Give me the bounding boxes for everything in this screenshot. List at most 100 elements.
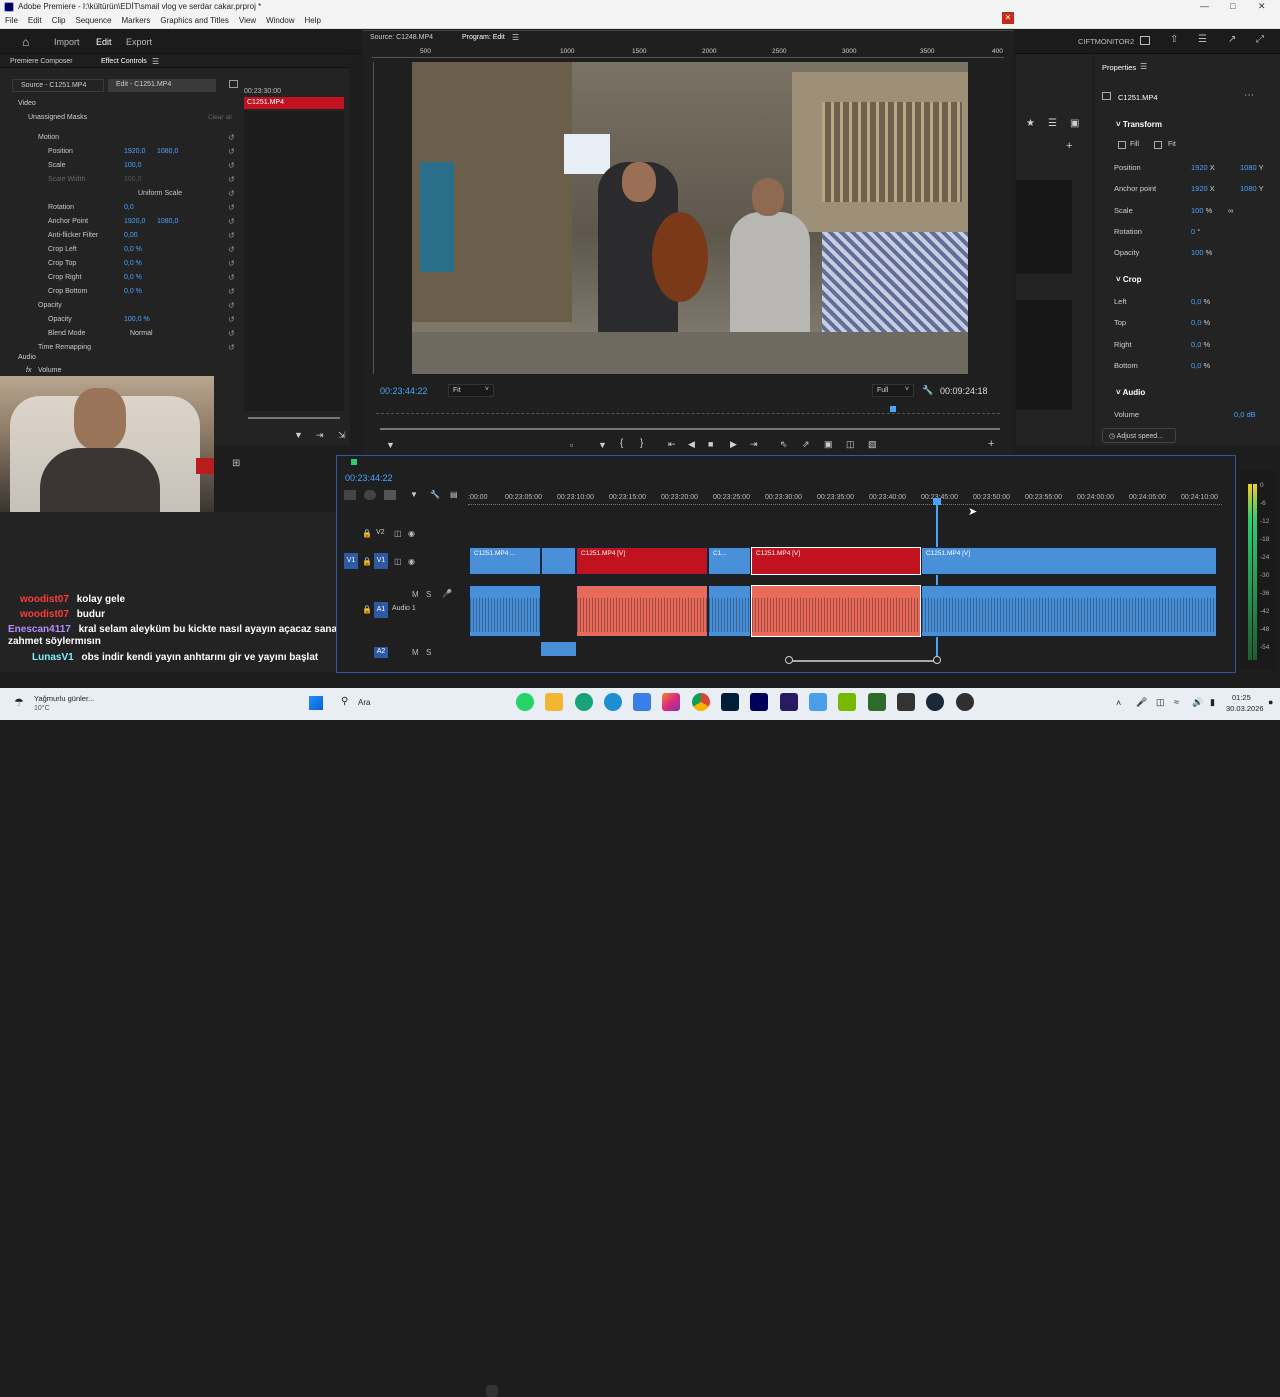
audio-clip[interactable] (469, 585, 541, 637)
search-label[interactable]: Ara (358, 698, 370, 707)
camera-icon[interactable]: ▣ (824, 439, 833, 450)
reset-icon[interactable]: ↺ (228, 245, 235, 254)
a2-track-label[interactable]: A2 (374, 647, 388, 658)
marker-icon[interactable]: ▼ (386, 440, 395, 450)
reset-icon[interactable]: ↺ (228, 287, 235, 296)
video-clip[interactable]: C1251.MP4 [V] (921, 547, 1217, 575)
playhead-handle[interactable] (933, 498, 941, 505)
tab-export[interactable]: Export (126, 37, 152, 47)
mic-tray-icon[interactable]: 🎤 (1136, 697, 1147, 708)
menu-markers[interactable]: Markers (117, 14, 156, 27)
anchor-x[interactable]: 1920 X (1191, 184, 1215, 193)
crop-left-value[interactable]: 0,0 % (1191, 297, 1210, 306)
reset-icon[interactable]: ↺ (228, 343, 235, 352)
share-icon[interactable]: ⇧ (1170, 34, 1178, 45)
crop-bottom-value[interactable]: 0,0 % (1191, 361, 1210, 370)
ec-row-value[interactable]: 100,0 (124, 176, 142, 183)
sync-lock-icon[interactable]: ◫ (394, 529, 402, 538)
v2-track-label[interactable]: V2 (376, 529, 385, 536)
ec-row-value[interactable]: Normal (130, 330, 153, 337)
fullscreen-icon[interactable]: ⤢ (1256, 34, 1264, 45)
clock-date[interactable]: 30.03.2026 (1226, 704, 1264, 713)
list-view-icon[interactable]: ☰ (1048, 118, 1057, 129)
fit-dropdown[interactable]: Fit ˅ (448, 384, 494, 397)
mute-icon[interactable]: M (412, 648, 419, 657)
timeline-timecode[interactable]: 00:23:44:22 (345, 473, 393, 483)
eye-icon[interactable]: ◉ (408, 557, 415, 566)
video-clip-selected[interactable]: C1251.MP4 [V] (751, 547, 921, 575)
scale-value[interactable]: 100 % (1191, 206, 1212, 215)
more-icon[interactable]: ⋯ (1244, 90, 1254, 101)
app-icon-green[interactable] (868, 693, 886, 711)
effect-controls-menu-icon[interactable]: ☰ (152, 57, 159, 66)
solo-icon[interactable]: S (426, 648, 431, 657)
edge-icon[interactable] (604, 693, 622, 711)
home-icon[interactable]: ⌂ (22, 35, 29, 49)
new-bin-icon[interactable]: ▣ (1070, 118, 1079, 129)
display-tray-icon[interactable]: ◫ (1156, 697, 1165, 708)
menu-edit[interactable]: Edit (23, 14, 47, 27)
ec-row-value[interactable]: 0,0 % (124, 288, 142, 295)
photoshop-icon[interactable] (721, 693, 739, 711)
mark-in-button[interactable]: { (620, 438, 623, 449)
add-marker-icon[interactable]: ▫ (570, 440, 573, 450)
wifi-icon[interactable]: ≈ (1174, 697, 1179, 707)
add-button-icon[interactable]: + (988, 438, 994, 450)
audio-clip-a2[interactable] (541, 642, 576, 656)
monitor-zoom-bar[interactable] (380, 428, 1000, 430)
reset-icon[interactable]: ↺ (228, 231, 235, 240)
battery-icon[interactable]: ▮ (1210, 697, 1215, 708)
audio-clip[interactable] (576, 585, 708, 637)
volume-value[interactable]: 0,0 dB (1234, 410, 1256, 419)
tab-effect-controls[interactable]: Effect Controls (101, 58, 147, 65)
ec-row-value[interactable]: 1920,0 (124, 218, 145, 225)
ec-row-value[interactable]: 0,0 % (124, 260, 142, 267)
adjust-speed-button[interactable]: ◷ Adjust speed... (1102, 428, 1176, 443)
zoom-handle-left[interactable] (785, 656, 793, 664)
whatsapp-icon[interactable] (516, 693, 534, 711)
star-icon[interactable]: ★ (1026, 118, 1035, 129)
wrench-icon[interactable]: 🔧 (922, 385, 933, 396)
lift-button[interactable]: ⇖ (780, 439, 788, 450)
source-clip-selector[interactable]: Source - C1251.MP4 (12, 79, 104, 92)
crop-heading[interactable]: ˅ Crop (1116, 275, 1142, 284)
premiere-icon[interactable] (750, 693, 768, 711)
fit-label[interactable]: Fit (1168, 141, 1176, 148)
reset-icon[interactable]: ↺ (228, 259, 235, 268)
chrome-icon[interactable] (692, 693, 710, 711)
eye-icon[interactable]: ◉ (408, 529, 415, 538)
reset-icon[interactable]: ↺ (228, 329, 235, 338)
menu-clip[interactable]: Clip (47, 14, 71, 27)
reset-icon[interactable]: ↺ (228, 203, 235, 212)
ec-row-value[interactable]: 0,0 % (124, 246, 142, 253)
fill-icon[interactable] (1118, 141, 1126, 149)
step-forward-button[interactable]: ▶ (730, 439, 737, 450)
position-x[interactable]: 1920 X (1191, 163, 1215, 172)
tab-premiere-composer[interactable]: Premiere Composer (10, 58, 73, 65)
ec-row-value[interactable]: 100,0 % (124, 316, 150, 323)
anchor-y[interactable]: 1080 Y (1240, 184, 1264, 193)
reset-icon[interactable]: ↺ (228, 217, 235, 226)
panel-toggle-icon[interactable] (229, 80, 238, 88)
close-window-button[interactable]: ✕ (1258, 1, 1266, 12)
quality-dropdown[interactable]: Full ˅ (872, 384, 914, 397)
lock-icon[interactable]: 🔒 (362, 529, 372, 538)
transform-heading[interactable]: ˅ Transform (1116, 120, 1162, 129)
menu-graphics[interactable]: Graphics and Titles (155, 14, 233, 27)
video-clip[interactable] (541, 547, 576, 575)
fill-label[interactable]: Fill (1130, 141, 1139, 148)
app-icon-teal[interactable] (575, 693, 593, 711)
timeline-wrench-icon[interactable]: 🔧 (430, 490, 440, 499)
volume-icon[interactable]: 🔊 (1192, 697, 1203, 708)
monitor-playhead[interactable] (890, 406, 896, 412)
audio-heading[interactable]: ˅ Audio (1116, 388, 1145, 397)
insert-icon[interactable] (344, 490, 356, 500)
ec-row-value-2[interactable]: 1080,0 (157, 218, 178, 225)
video-clip[interactable]: C1... (708, 547, 751, 575)
audio-clip-selected[interactable] (751, 585, 921, 637)
ec-zoom-slider[interactable] (248, 417, 340, 419)
menu-window[interactable]: Window (261, 14, 299, 27)
sync-lock-icon[interactable]: ◫ (394, 557, 402, 566)
lock-icon[interactable]: 🔒 (362, 557, 372, 566)
export-frame-icon[interactable]: ⇲ (338, 430, 346, 441)
